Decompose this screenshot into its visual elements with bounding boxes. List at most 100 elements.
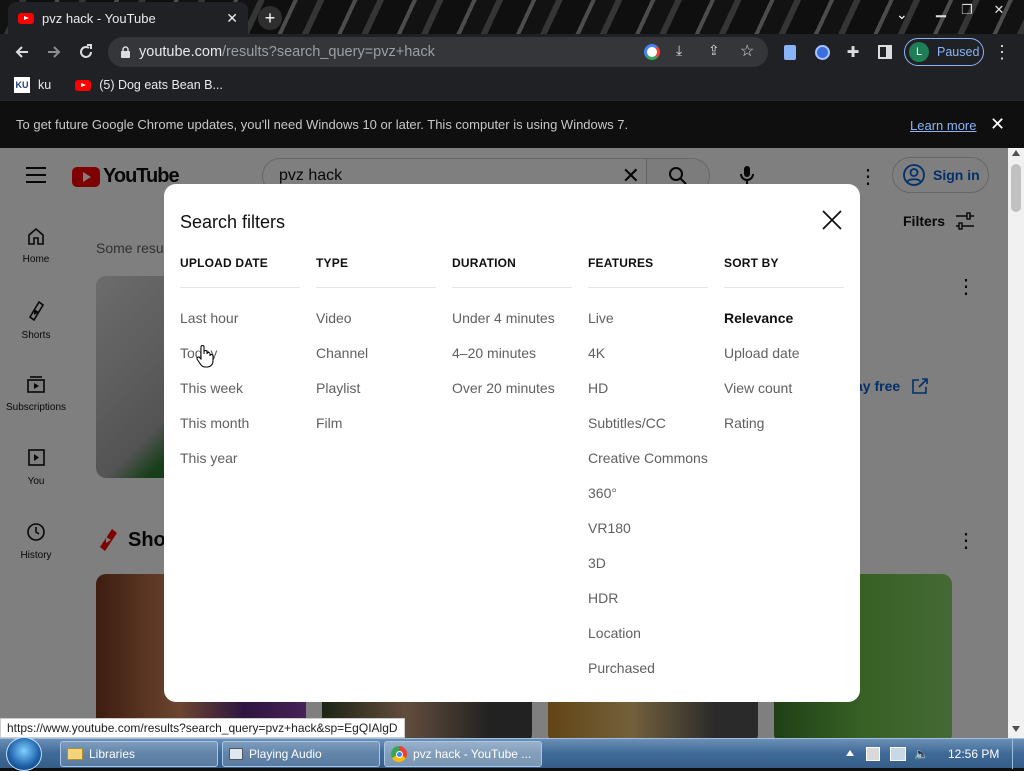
infobar-close-icon[interactable]: ✕ (990, 114, 1005, 135)
filter-option[interactable]: 4–20 minutes (452, 344, 572, 379)
install-app-icon[interactable]: ⤓ (676, 42, 682, 59)
filter-column-header: TYPE (316, 256, 436, 288)
audio-window-icon (229, 748, 243, 760)
google-lens-icon[interactable] (644, 44, 660, 60)
show-desktop-button[interactable] (1012, 739, 1024, 769)
learn-more-link[interactable]: Learn more (910, 118, 976, 133)
filter-option[interactable]: Live (588, 309, 708, 344)
taskbar-item-label: pvz hack - YouTube ... (413, 747, 532, 761)
tab-title: pvz hack - YouTube (42, 10, 156, 26)
filter-option[interactable]: VR180 (588, 519, 708, 554)
bookmark-label: ku (38, 78, 52, 92)
url-host: youtube.com (139, 44, 223, 60)
search-filters-dialog: Search filters UPLOAD DATE Last hour Tod… (164, 184, 860, 702)
bookmark-label: (5) Dog eats Bean B... (99, 78, 223, 92)
dialog-close-icon[interactable] (820, 208, 844, 232)
extensions-puzzle-icon[interactable]: ✚ (841, 40, 865, 64)
filter-option[interactable]: Channel (316, 344, 436, 379)
filter-column-header: FEATURES (588, 256, 708, 288)
new-tab-button[interactable]: + (258, 6, 282, 30)
filter-option[interactable]: View count (724, 379, 844, 414)
hand-cursor-icon (196, 345, 214, 368)
bookmark-dog-eats-bean[interactable]: (5) Dog eats Bean B... (75, 78, 223, 92)
filter-option[interactable]: This year (180, 449, 300, 484)
filter-option[interactable]: Purchased (588, 659, 708, 694)
taskbar-clock[interactable]: 12:56 PM (948, 747, 999, 761)
volume-muted-icon[interactable]: 🔈 (914, 747, 929, 761)
taskbar-item-libraries[interactable]: Libraries (60, 741, 218, 767)
bookmark-star-icon[interactable]: ☆ (740, 41, 754, 61)
url-path: /results?search_query=pvz+hack (222, 44, 435, 60)
browser-tab-strip: pvz hack - YouTube ✕ + ⌄ ▁ ❐ ✕ (0, 0, 1024, 34)
filter-option[interactable]: Creative Commons (588, 449, 708, 484)
filter-column-header: SORT BY (724, 256, 844, 288)
bookmarks-bar: KU ku (5) Dog eats Bean B... (0, 70, 1024, 100)
filter-option[interactable]: Over 20 minutes (452, 379, 572, 414)
action-center-flag-icon[interactable] (866, 747, 880, 761)
filter-column-duration: DURATION Under 4 minutes 4–20 minutes Ov… (452, 256, 572, 414)
forward-button[interactable] (42, 40, 66, 64)
tab-search-chevron-icon[interactable]: ⌄ (896, 6, 908, 23)
taskbar-item-playing-audio[interactable]: Playing Audio (222, 741, 380, 767)
filter-option[interactable]: 360° (588, 484, 708, 519)
browser-toolbar: youtube.com/results?search_query=pvz+hac… (0, 34, 1024, 70)
filter-option[interactable]: Playlist (316, 379, 436, 414)
bookmark-ku[interactable]: KU ku (14, 77, 51, 93)
taskbar-item-chrome[interactable]: pvz hack - YouTube ... (384, 741, 542, 767)
address-bar[interactable]: youtube.com/results?search_query=pvz+hac… (108, 37, 768, 67)
filter-option[interactable]: 4K (588, 344, 708, 379)
dialog-title: Search filters (180, 212, 286, 232)
filter-column-sort-by: SORT BY Relevance Upload date View count… (724, 256, 844, 449)
filter-option[interactable]: Last hour (180, 309, 300, 344)
filter-option[interactable]: Upload date (724, 344, 844, 379)
tab-close-icon[interactable]: ✕ (226, 10, 238, 27)
chrome-menu-icon[interactable]: ⋮ (990, 40, 1014, 64)
filter-column-header: DURATION (452, 256, 572, 288)
browser-tab-active[interactable]: pvz hack - YouTube ✕ (8, 2, 248, 34)
filter-option[interactable]: HD (588, 379, 708, 414)
minimize-button[interactable]: ▁ (928, 0, 954, 20)
extension-shield-icon[interactable] (810, 40, 834, 64)
back-button[interactable] (10, 40, 34, 64)
filter-option[interactable]: This week (180, 379, 300, 414)
filter-option[interactable]: Video (316, 309, 436, 344)
folder-icon (67, 748, 83, 760)
chrome-update-infobar: To get future Google Chrome updates, you… (0, 100, 1024, 148)
scroll-down-arrow-icon[interactable] (1012, 726, 1020, 732)
ku-favicon-icon: KU (14, 77, 30, 93)
extension-docs-icon[interactable] (778, 40, 802, 64)
start-button-windows-orb-icon[interactable] (6, 737, 42, 771)
filter-option[interactable]: Under 4 minutes (452, 309, 572, 344)
show-hidden-icons-arrow-icon[interactable] (846, 750, 854, 756)
filter-option[interactable]: HDR (588, 589, 708, 624)
taskbar-item-label: Playing Audio (249, 747, 322, 761)
profile-avatar: L (909, 42, 929, 62)
reload-button[interactable] (74, 40, 98, 64)
close-window-button[interactable]: ✕ (984, 0, 1014, 20)
page-scrollbar[interactable] (1008, 148, 1024, 738)
profile-status: Paused (937, 45, 980, 59)
infobar-message: To get future Google Chrome updates, you… (16, 117, 629, 132)
scroll-up-arrow-icon[interactable] (1012, 150, 1020, 156)
filter-option[interactable]: This month (180, 414, 300, 449)
filter-option[interactable]: Rating (724, 414, 844, 449)
scrollbar-thumb[interactable] (1011, 164, 1021, 212)
filter-option[interactable]: Subtitles/CC (588, 414, 708, 449)
restore-button[interactable]: ❐ (954, 0, 980, 20)
filter-option[interactable]: Film (316, 414, 436, 449)
share-icon[interactable]: ⇪ (708, 42, 720, 59)
link-hover-status: https://www.youtube.com/results?search_q… (0, 718, 405, 738)
network-icon[interactable] (890, 747, 906, 761)
chrome-icon (391, 746, 407, 762)
filter-option-selected[interactable]: Relevance (724, 309, 844, 344)
filter-option[interactable]: Location (588, 624, 708, 659)
filter-column-type: TYPE Video Channel Playlist Film (316, 256, 436, 449)
windows-taskbar: Libraries Playing Audio pvz hack - YouTu… (0, 737, 1024, 771)
lock-icon[interactable] (120, 45, 131, 59)
profile-button[interactable]: L Paused (904, 38, 984, 66)
youtube-icon (75, 79, 92, 91)
side-panel-icon[interactable] (873, 40, 897, 64)
filter-option[interactable]: 3D (588, 554, 708, 589)
filter-column-features: FEATURES Live 4K HD Subtitles/CC Creativ… (588, 256, 708, 694)
youtube-favicon-icon (18, 12, 34, 24)
